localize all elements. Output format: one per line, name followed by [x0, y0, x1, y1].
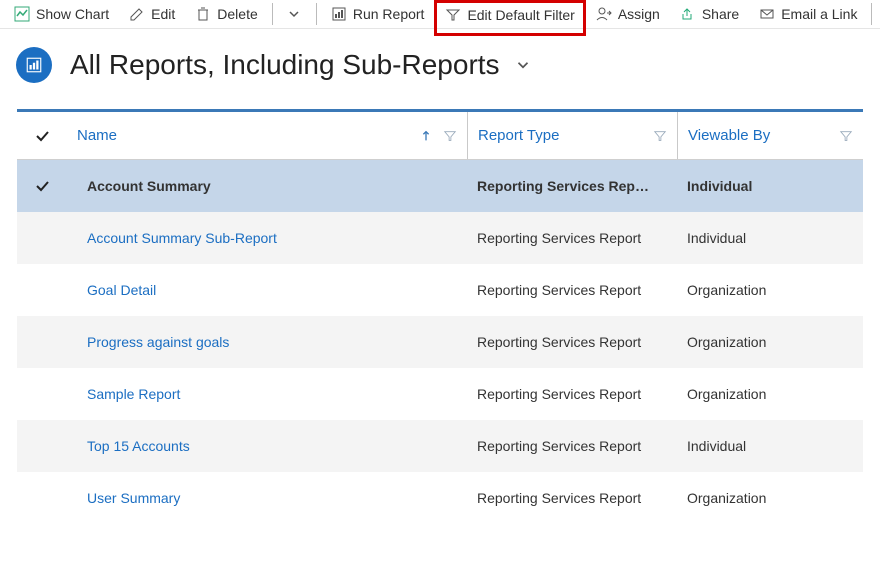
checkmark-icon: [34, 178, 50, 194]
page-header: All Reports, Including Sub-Reports: [0, 29, 880, 109]
column-view-label: Viewable By: [688, 127, 770, 144]
select-all-header[interactable]: [17, 128, 67, 144]
row-viewable-cell: Individual: [677, 178, 863, 194]
row-viewable-cell: Individual: [677, 230, 863, 246]
grid-header-row: Name Report Type Viewable By: [17, 112, 863, 160]
separator: [316, 3, 317, 25]
table-row[interactable]: Sample ReportReporting Services ReportOr…: [17, 368, 863, 420]
column-name-label: Name: [77, 127, 117, 144]
share-icon: [680, 6, 696, 22]
share-label: Share: [702, 6, 739, 22]
assign-icon: [596, 6, 612, 22]
show-chart-button[interactable]: Show Chart: [4, 2, 119, 26]
delete-label: Delete: [217, 6, 257, 22]
row-name-cell[interactable]: Top 15 Accounts: [67, 438, 467, 454]
report-entity-icon: [25, 56, 43, 74]
row-name-cell[interactable]: Account Summary: [67, 178, 467, 194]
edit-default-filter-label: Edit Default Filter: [467, 7, 574, 23]
chart-icon: [14, 6, 30, 22]
checkmark-icon: [34, 128, 50, 144]
row-type-cell: Reporting Services Rep…: [467, 178, 677, 194]
table-row[interactable]: Progress against goalsReporting Services…: [17, 316, 863, 368]
edit-default-filter-button[interactable]: Edit Default Filter: [434, 0, 585, 36]
row-type-cell: Reporting Services Report: [467, 438, 677, 454]
column-header-viewable-by[interactable]: Viewable By: [677, 112, 863, 159]
grid-body: Account SummaryReporting Services Rep…In…: [17, 160, 863, 524]
row-viewable-cell: Organization: [677, 282, 863, 298]
column-header-name[interactable]: Name: [67, 112, 467, 159]
table-row[interactable]: Account SummaryReporting Services Rep…In…: [17, 160, 863, 212]
edit-label: Edit: [151, 6, 175, 22]
row-name-cell[interactable]: Goal Detail: [67, 282, 467, 298]
table-row[interactable]: Top 15 AccountsReporting Services Report…: [17, 420, 863, 472]
filter-edit-icon: [445, 7, 461, 23]
chevron-down-icon: [514, 56, 532, 74]
show-chart-label: Show Chart: [36, 6, 109, 22]
filter-icon[interactable]: [443, 129, 457, 143]
view-selector[interactable]: All Reports, Including Sub-Reports: [70, 49, 532, 81]
row-name-cell[interactable]: Sample Report: [67, 386, 467, 402]
column-header-report-type[interactable]: Report Type: [467, 112, 677, 159]
row-viewable-cell: Organization: [677, 386, 863, 402]
email-icon: [759, 6, 775, 22]
row-viewable-cell: Individual: [677, 438, 863, 454]
column-type-label: Report Type: [478, 127, 559, 144]
command-bar: Show Chart Edit Delete Run Report Edit D…: [0, 0, 880, 29]
sort-asc-icon[interactable]: [419, 129, 433, 143]
page-title: All Reports, Including Sub-Reports: [70, 49, 500, 81]
row-viewable-cell: Organization: [677, 490, 863, 506]
edit-button[interactable]: Edit: [119, 2, 185, 26]
filter-icon[interactable]: [839, 129, 853, 143]
assign-button[interactable]: Assign: [586, 2, 670, 26]
email-link-button[interactable]: Email a Link: [749, 2, 867, 26]
assign-label: Assign: [618, 6, 660, 22]
reports-grid: Name Report Type Viewable By Account Sum…: [17, 109, 863, 524]
separator: [871, 3, 872, 25]
table-row[interactable]: User SummaryReporting Services ReportOrg…: [17, 472, 863, 524]
row-type-cell: Reporting Services Report: [467, 334, 677, 350]
row-name-cell[interactable]: Progress against goals: [67, 334, 467, 350]
email-link-label: Email a Link: [781, 6, 857, 22]
run-report-label: Run Report: [353, 6, 425, 22]
row-type-cell: Reporting Services Report: [467, 490, 677, 506]
pencil-icon: [129, 6, 145, 22]
share-button[interactable]: Share: [670, 2, 749, 26]
row-name-cell[interactable]: Account Summary Sub-Report: [67, 230, 467, 246]
chevron-down-icon: [286, 6, 302, 22]
table-row[interactable]: Account Summary Sub-ReportReporting Serv…: [17, 212, 863, 264]
trash-icon: [195, 6, 211, 22]
row-viewable-cell: Organization: [677, 334, 863, 350]
entity-badge: [16, 47, 52, 83]
delete-button[interactable]: Delete: [185, 2, 267, 26]
separator: [272, 3, 273, 25]
table-row[interactable]: Goal DetailReporting Services ReportOrga…: [17, 264, 863, 316]
run-report-button[interactable]: Run Report: [321, 2, 435, 26]
row-checkbox[interactable]: [17, 178, 67, 194]
report-icon: [331, 6, 347, 22]
filter-icon[interactable]: [653, 129, 667, 143]
row-name-cell[interactable]: User Summary: [67, 490, 467, 506]
row-type-cell: Reporting Services Report: [467, 230, 677, 246]
more-button[interactable]: [276, 2, 312, 26]
row-type-cell: Reporting Services Report: [467, 282, 677, 298]
row-type-cell: Reporting Services Report: [467, 386, 677, 402]
